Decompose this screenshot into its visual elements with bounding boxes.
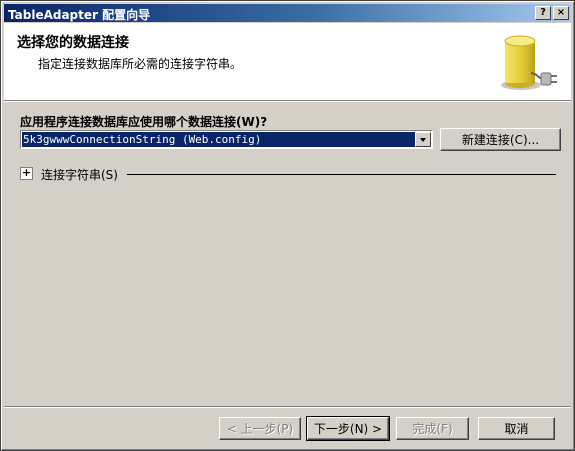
footer-divider bbox=[4, 406, 571, 407]
wizard-window: TableAdapter 配置向导 ? × 选择您的数据连接 指定连接数据库所必… bbox=[0, 0, 575, 451]
connection-string-expand-toggle[interactable]: + bbox=[20, 167, 33, 180]
connection-select[interactable]: 5k3gwwwConnectionString (Web.config) bbox=[20, 130, 433, 149]
next-button[interactable]: 下一步(N) > bbox=[306, 416, 390, 441]
chevron-down-icon[interactable] bbox=[415, 132, 431, 147]
window-title: TableAdapter 配置向导 bbox=[8, 8, 151, 22]
previous-button[interactable]: < 上一步(P) bbox=[219, 417, 301, 440]
header-divider bbox=[4, 101, 571, 102]
connection-question-label: 应用程序连接数据库应使用哪个数据连接(W)? bbox=[20, 115, 268, 129]
database-plug-icon bbox=[501, 35, 557, 90]
connection-select-value: 5k3gwwwConnectionString (Web.config) bbox=[22, 132, 416, 147]
new-connection-button[interactable]: 新建连接(C)... bbox=[440, 128, 561, 151]
page-description: 指定连接数据库所必需的连接字符串。 bbox=[38, 57, 243, 71]
page-title: 选择您的数据连接 bbox=[17, 35, 129, 51]
connection-string-label: 连接字符串(S) bbox=[41, 168, 118, 182]
cancel-button[interactable]: 取消 bbox=[478, 417, 555, 440]
close-button[interactable]: × bbox=[553, 6, 569, 20]
connection-string-divider bbox=[127, 174, 556, 175]
finish-button[interactable]: 完成(F) bbox=[396, 417, 469, 440]
title-bar[interactable]: TableAdapter 配置向导 ? × bbox=[4, 4, 571, 22]
help-button[interactable]: ? bbox=[535, 6, 551, 20]
header-panel: 选择您的数据连接 指定连接数据库所必需的连接字符串。 bbox=[4, 23, 571, 101]
